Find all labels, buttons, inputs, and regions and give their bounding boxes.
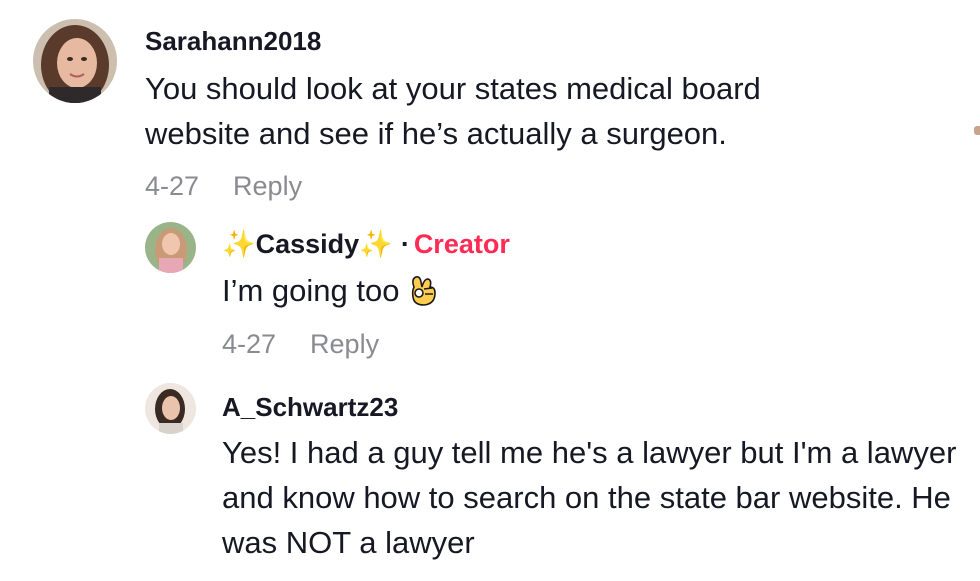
comment-username-row: ✨Cassidy✨ · Creator — [222, 228, 510, 260]
avatar-sarahann[interactable] — [33, 19, 117, 103]
separator-dot: · — [400, 229, 410, 259]
avatar-a-schwartz-image — [145, 383, 196, 434]
ok-hand-emoji-icon — [408, 273, 438, 318]
comment-date: 4-27 — [145, 171, 200, 201]
comment-text: You should look at your states medical b… — [145, 71, 761, 151]
edge-fragment — [974, 126, 980, 135]
reply-button[interactable]: Reply — [310, 329, 379, 359]
sparkle-icon: ✨ — [222, 229, 256, 259]
comment-text: I’m going too — [222, 273, 400, 308]
comment-username[interactable]: Cassidy — [256, 229, 360, 259]
creator-badge: Creator — [413, 229, 510, 259]
comment-text: Yes! I had a guy tell me he's a lawyer b… — [222, 435, 957, 560]
comment-text-row: I’m going too — [222, 270, 438, 318]
reply-button[interactable]: Reply — [233, 171, 302, 201]
avatar-cassidy[interactable] — [145, 222, 196, 273]
comment-meta: 4-27 Reply — [145, 171, 302, 202]
sparkle-icon: ✨ — [359, 229, 393, 259]
avatar-a-schwartz[interactable] — [145, 383, 196, 434]
avatar-sarahann-image — [33, 19, 117, 103]
comment-username[interactable]: Sarahann2018 — [145, 26, 321, 57]
avatar-cassidy-image — [145, 222, 196, 273]
comment-meta: 4-27 Reply — [222, 329, 379, 360]
comment-date: 4-27 — [222, 329, 277, 359]
comment-username[interactable]: A_Schwartz23 — [222, 392, 398, 423]
